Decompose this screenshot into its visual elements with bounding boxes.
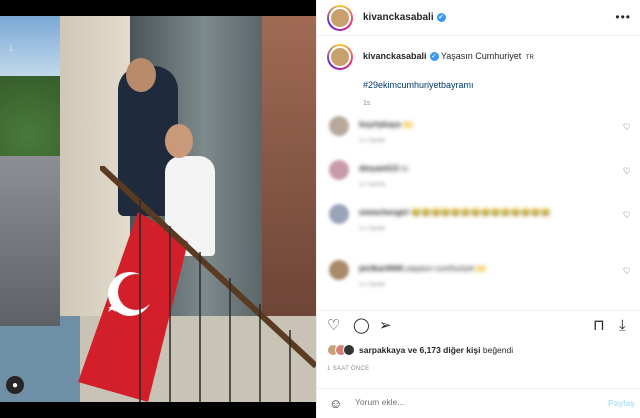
comment-meta[interactable]: 1s Yanıtla (359, 138, 385, 144)
comment-text: 😂😂😂😂😂😂😂😂😂😂😂😂😂😂 (411, 208, 551, 217)
comment-avatar[interactable] (329, 160, 349, 180)
likes-count[interactable]: ve 6,173 diğer kişi (408, 345, 481, 355)
post-details-panel: kivanckasabali ✓ ••• kivanckasabali ✓ Yaşa… (316, 0, 640, 418)
comment-input[interactable] (355, 397, 575, 407)
comment-text: yaşasın cumhuriyet 🙌 (405, 264, 487, 273)
download-arrow-icon[interactable]: ↓ (8, 40, 14, 54)
comment-username[interactable]: pictkar4444 (359, 264, 403, 273)
post-photo[interactable]: ↓ (0, 16, 316, 402)
more-options-icon[interactable]: ••• (615, 10, 631, 24)
caption-avatar[interactable] (327, 44, 353, 70)
comment-like-heart-icon[interactable]: ♡ (623, 122, 631, 133)
comment-meta[interactable]: 1s Yanıtla (359, 182, 385, 188)
caption-time[interactable]: 1s (363, 100, 631, 107)
comment-text: ru (400, 164, 408, 173)
comment-username[interactable]: emmchengirl (359, 208, 409, 217)
author-username[interactable]: kivanckasabali ✓ (363, 12, 446, 23)
verified-badge-icon: ✓ (436, 12, 446, 22)
comment-avatar[interactable] (329, 116, 349, 136)
comment-like-heart-icon[interactable]: ♡ (623, 266, 631, 277)
likes-suffix: beğendi (482, 345, 514, 355)
comment-like-heart-icon[interactable]: ♡ (623, 166, 631, 177)
comment-item: dmyanti13 ru 1s Yanıtla ♡ (327, 160, 637, 200)
comment-bubble-icon[interactable]: ◯ (353, 317, 370, 335)
post-actions: ♡ ◯ ➢ ⊓ ⤓ (317, 310, 640, 340)
flag-tr-text: TR (525, 55, 534, 61)
like-heart-icon[interactable]: ♡ (327, 317, 340, 335)
likes-summary: sarpakkaya ve 6,173 diğer kişi beğendi (327, 344, 513, 356)
post-caption: kivanckasabali ✓ Yaşasın Cumhuriyet TR #2… (327, 44, 631, 107)
verified-badge-icon: ✓ (429, 52, 439, 62)
instagram-post-modal: ↓ ● kivanckasabali ✓ ••• kivanckasabali ✓ … (0, 0, 640, 418)
liker-username[interactable]: sarpakkaya (359, 345, 405, 355)
add-comment-bar: ☺ Paylaş (317, 388, 640, 418)
comment-avatar[interactable] (329, 204, 349, 224)
emoji-icon[interactable]: ☺ (329, 396, 342, 411)
caption-username[interactable]: kivanckasabali (363, 51, 427, 61)
photo-street (0, 156, 60, 326)
user-tag-icon[interactable]: ● (6, 376, 24, 394)
comment-username[interactable]: dmyanti13 (359, 164, 399, 173)
comment-avatar[interactable] (329, 260, 349, 280)
comment-meta[interactable]: 1s Yanıtla (359, 226, 385, 232)
comment-username[interactable]: bsyrtykaya (359, 120, 401, 129)
balcony-railing (100, 166, 316, 402)
post-comment-button[interactable]: Paylaş (608, 398, 635, 408)
post-time[interactable]: 1 SAAT ÖNCE (327, 366, 369, 372)
comment-text: 🙌 (403, 120, 414, 129)
comment-like-heart-icon[interactable]: ♡ (623, 210, 631, 221)
comment-item: pictkar4444 yaşasın cumhuriyet 🙌 1s Yanı… (327, 260, 637, 300)
save-bookmark-icon[interactable]: ⊓ (593, 317, 605, 335)
download-icon[interactable]: ⤓ (619, 317, 626, 335)
comment-item: bsyrtykaya 🙌 1s Yanıtla ♡ (327, 116, 637, 156)
comment-item: emmchengirl 😂😂😂😂😂😂😂😂😂😂😂😂😂😂 1s Yanıtla ♡ (327, 204, 637, 244)
caption-hashtag[interactable]: #29ekimcumhuriyetbayramı (363, 80, 631, 90)
comment-meta[interactable]: 1s Yanıtla (359, 282, 385, 288)
post-header: kivanckasabali ✓ ••• (317, 0, 640, 36)
photo-boy-head (165, 124, 193, 158)
author-avatar[interactable] (327, 4, 353, 31)
liker-avatar[interactable] (343, 344, 355, 356)
share-send-icon[interactable]: ➢ (379, 317, 392, 335)
caption-text: Yaşasın Cumhuriyet (440, 51, 522, 61)
photo-man-head (126, 58, 156, 92)
